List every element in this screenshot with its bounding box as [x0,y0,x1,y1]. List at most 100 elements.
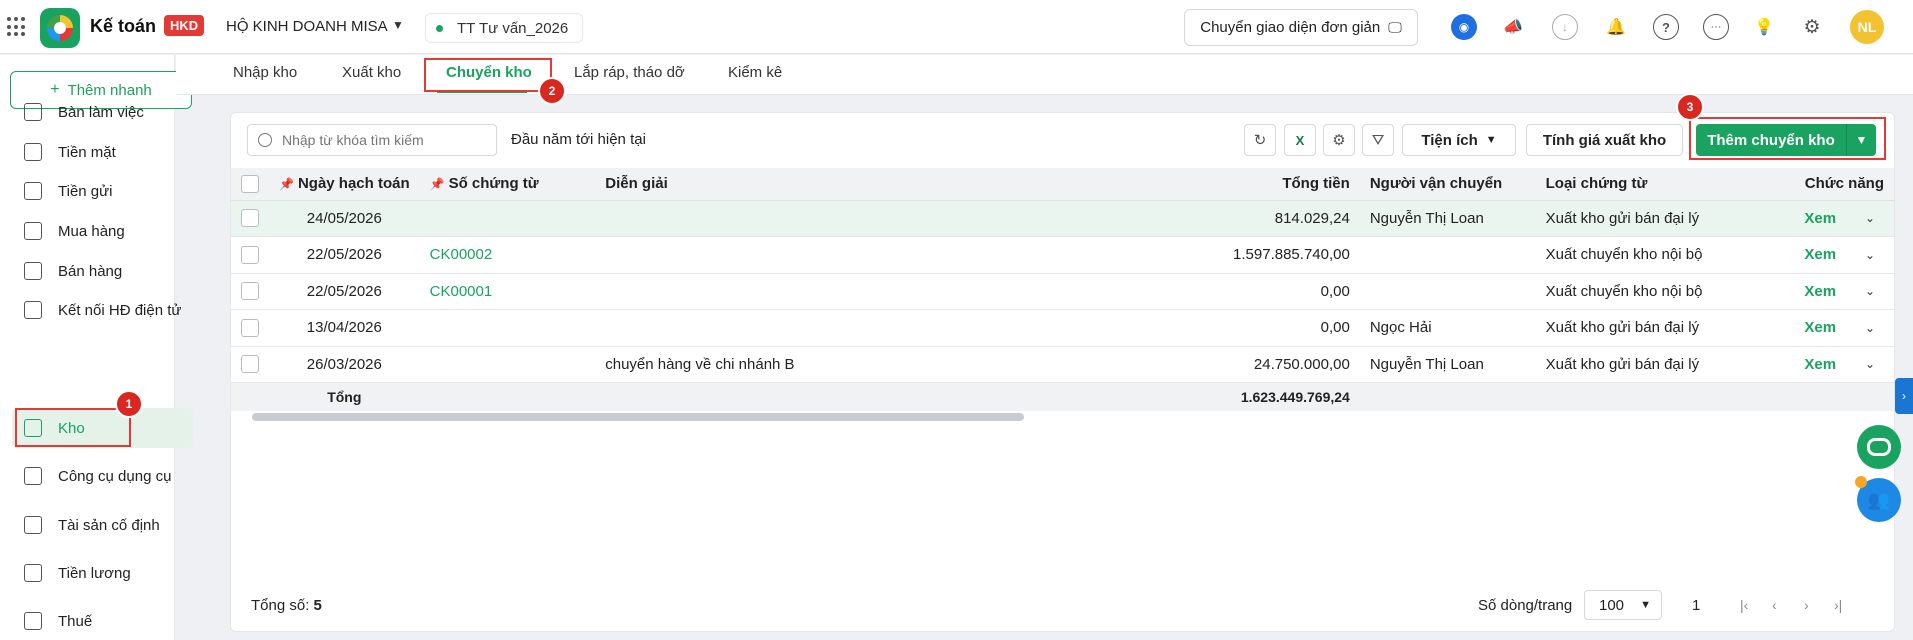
sidebar-item-ket-noi-hd[interactable]: Kết nối HĐ điện tử [12,290,193,330]
sidebar-item-tai-san[interactable]: Tài sản cố định [12,505,193,545]
business-selector[interactable]: HỘ KINH DOANH MISA [226,18,388,35]
row-checkbox[interactable] [241,355,259,374]
refresh-icon[interactable]: ↻ [1244,124,1276,156]
rows-per-page-select[interactable]: 100 ▼ [1584,590,1662,620]
chevron-down-icon[interactable]: ⌄ [1846,346,1894,383]
cell-doc[interactable] [419,346,596,383]
app-grid-icon[interactable] [7,17,27,37]
col-header-label: Ngày hạch toán [297,175,410,193]
date-range-filter[interactable]: Đầu năm tới hiện tại [511,131,646,148]
tab-lap-rap[interactable]: Lắp ráp, tháo dỡ [574,64,685,81]
megaphone-icon[interactable]: 📣 [1500,14,1526,40]
prev-page-icon[interactable]: ‹ [1772,597,1777,613]
sidebar-item-label: Tiền mặt [58,143,116,161]
sidebar-item-mua-hang[interactable]: Mua hàng [12,211,193,251]
help-icon[interactable]: ? [1653,14,1679,40]
tab-nhap-kho[interactable]: Nhập kho [233,64,297,81]
row-checkbox[interactable] [241,209,259,228]
robot-icon[interactable]: ◉ [1451,14,1477,40]
tab-xuat-kho[interactable]: Xuất kho [342,64,401,81]
hkd-badge: HKD [164,15,205,36]
last-page-icon[interactable]: ›| [1834,597,1842,613]
search-input[interactable] [282,132,482,148]
sidebar-item-tien-luong[interactable]: Tiền lương [12,553,193,593]
sidebar-item-tien-mat[interactable]: Tiền mặt [12,132,193,172]
view-link[interactable]: Xem [1750,346,1847,383]
cell-date: 22/05/2026 [269,273,420,310]
table-footer-row: Tổng 1.623.449.769,24 [231,382,1894,411]
chevron-down-icon[interactable]: ⌄ [1846,273,1894,310]
row-checkbox[interactable] [241,245,259,264]
table-row[interactable]: 22/05/2026 CK00001 0,00 Xuất chuyển kho … [231,273,1894,310]
annotation-badge-2: 2 [538,77,566,105]
view-link[interactable]: Xem [1750,273,1847,310]
utilities-dropdown[interactable]: Tiện ích ▼ [1402,124,1516,156]
download-icon[interactable]: ↓ [1552,14,1578,40]
col-header-doc[interactable]: 📌 Số chứng từ [419,168,596,201]
excel-icon[interactable]: X [1284,124,1316,156]
col-header-carrier[interactable]: Người vận chuyển [1359,168,1536,201]
sidebar-item-label: Tiền gửi [58,182,113,200]
chevron-down-icon[interactable]: ⌄ [1846,200,1894,237]
first-page-icon[interactable]: |‹ [1740,597,1748,613]
switch-ui-button[interactable]: Chuyển giao diện đơn giản 🖵 [1184,9,1418,46]
select-all-checkbox[interactable] [241,174,259,193]
transfer-table: 📌 Ngày hạch toán 📌 Số chứng từ Diễn giải T… [231,168,1894,411]
pin-icon[interactable]: 📌 [430,177,445,191]
more-icon[interactable]: ··· [1703,14,1729,40]
dashboard-icon [24,103,42,121]
sidebar-item-label: Thuế [58,612,93,630]
sidebar-item-label: Bàn làm việc [58,103,144,121]
row-checkbox[interactable] [241,282,259,301]
app-name: Kế toán [90,16,157,36]
chevron-down-icon[interactable]: ▼ [392,18,404,32]
cell-doc[interactable] [419,309,596,347]
chevron-down-icon[interactable]: ⌄ [1846,236,1894,274]
community-icon[interactable]: 👥 [1855,476,1901,522]
sidebar-item-thue[interactable]: Thuế [12,601,193,640]
filter-icon[interactable]: ⛛ [1362,124,1394,156]
view-link[interactable]: Xem [1750,236,1847,274]
sidebar-item-tien-gui[interactable]: Tiền gửi [12,171,193,211]
search-box[interactable] [247,124,497,156]
table-row[interactable]: 26/03/2026 chuyển hàng về chi nhánh B 24… [231,346,1894,383]
chevron-down-icon[interactable]: ⌄ [1846,309,1894,347]
sidebar-item-label: Kết nối HĐ điện tử [58,301,182,319]
cell-doc[interactable]: CK00002 [419,236,596,274]
sidebar-item-label: Bán hàng [58,262,123,280]
settings-icon[interactable]: ⚙ [1323,124,1355,156]
accounting-period[interactable]: TT Tư vấn_2026 [425,13,584,43]
view-link[interactable]: Xem [1750,200,1847,237]
col-header-type[interactable]: Loại chứng từ [1535,168,1751,201]
cell-type: Xuất kho gửi bán đại lý [1535,346,1751,383]
truck-icon [24,516,42,534]
sidebar-item-cong-cu[interactable]: Công cụ dụng cụ [12,456,193,496]
cell-desc [595,236,1185,274]
chatbot-icon[interactable] [1857,425,1901,469]
table-row[interactable]: 22/05/2026 CK00002 1.597.885.740,00 Xuất… [231,236,1894,274]
calc-price-button[interactable]: Tính giá xuất kho [1526,124,1683,156]
lightbulb-icon[interactable]: 💡 [1751,14,1777,40]
horizontal-scrollbar[interactable] [252,413,1024,421]
tab-kiem-ke[interactable]: Kiểm kê [728,64,782,81]
row-checkbox[interactable] [241,318,259,337]
col-header-desc[interactable]: Diễn giải [595,168,1185,201]
avatar[interactable]: NL [1850,10,1884,44]
view-link[interactable]: Xem [1750,309,1847,347]
cell-doc[interactable] [419,200,596,237]
col-header-date[interactable]: 📌 Ngày hạch toán [269,168,420,201]
table-row[interactable]: 24/05/2026 814.029,24 Nguyễn Thị Loan Xu… [231,200,1894,237]
sidebar-item-label: Công cụ dụng cụ [58,467,172,485]
salary-icon [24,564,42,582]
bell-icon[interactable]: 🔔 [1603,14,1629,40]
col-header-total[interactable]: Tổng tiền [1184,168,1360,201]
settings-icon[interactable]: ⚙ [1799,14,1825,40]
pin-icon[interactable]: 📌 [279,177,294,191]
cell-doc[interactable]: CK00001 [419,273,596,310]
select-all-cell[interactable] [231,168,269,201]
panel-toggle-icon[interactable]: › [1895,378,1913,414]
table-row[interactable]: 13/04/2026 0,00 Ngọc Hải Xuất kho gửi bá… [231,309,1894,347]
next-page-icon[interactable]: › [1804,597,1809,613]
sidebar-item-ban-hang[interactable]: Bán hàng [12,251,193,291]
sidebar-item-ban-lam-viec[interactable]: Bàn làm việc [12,92,193,132]
